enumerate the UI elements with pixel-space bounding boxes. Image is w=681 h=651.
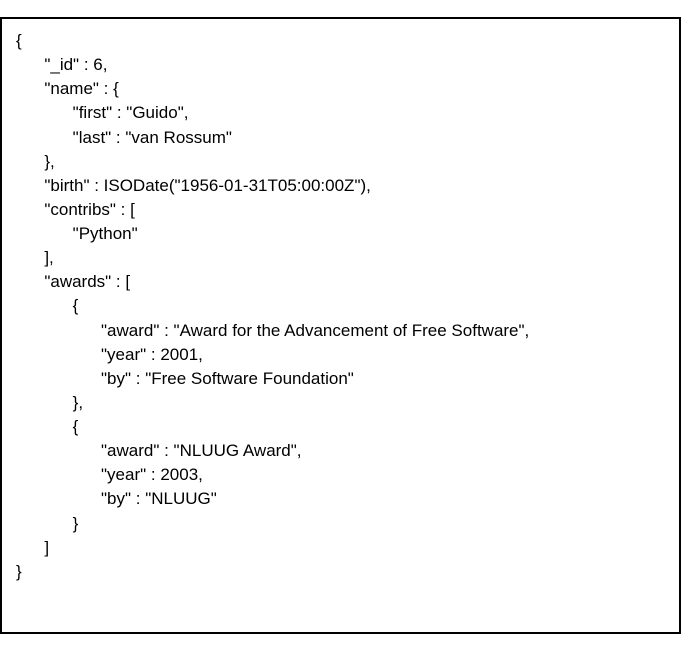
code-line: }, — [16, 152, 55, 171]
code-line: "awards" : [ — [16, 272, 130, 291]
code-line: { — [16, 417, 78, 436]
code-line: "first" : "Guido", — [16, 103, 188, 122]
code-line: "by" : "NLUUG" — [16, 489, 217, 508]
code-line: }, — [16, 393, 83, 412]
code-line: ] — [16, 538, 49, 557]
code-line: } — [16, 514, 78, 533]
code-line: "year" : 2003, — [16, 465, 203, 484]
code-line: "award" : "NLUUG Award", — [16, 441, 302, 460]
code-line: "award" : "Award for the Advancement of … — [16, 321, 529, 340]
code-line: "last" : "van Rossum" — [16, 128, 232, 147]
code-line: "contribs" : [ — [16, 200, 135, 219]
code-line: "by" : "Free Software Foundation" — [16, 369, 354, 388]
code-line: { — [16, 296, 78, 315]
code-line: "year" : 2001, — [16, 345, 203, 364]
code-line: "_id" : 6, — [16, 55, 107, 74]
code-line: "birth" : ISODate("1956-01-31T05:00:00Z"… — [16, 176, 371, 195]
code-line: ], — [16, 248, 54, 267]
code-line: } — [16, 562, 22, 581]
code-line: "Python" — [16, 224, 138, 243]
code-line: { — [16, 31, 22, 50]
json-code-block: { "_id" : 6, "name" : { "first" : "Guido… — [0, 17, 681, 634]
code-line: "name" : { — [16, 79, 119, 98]
